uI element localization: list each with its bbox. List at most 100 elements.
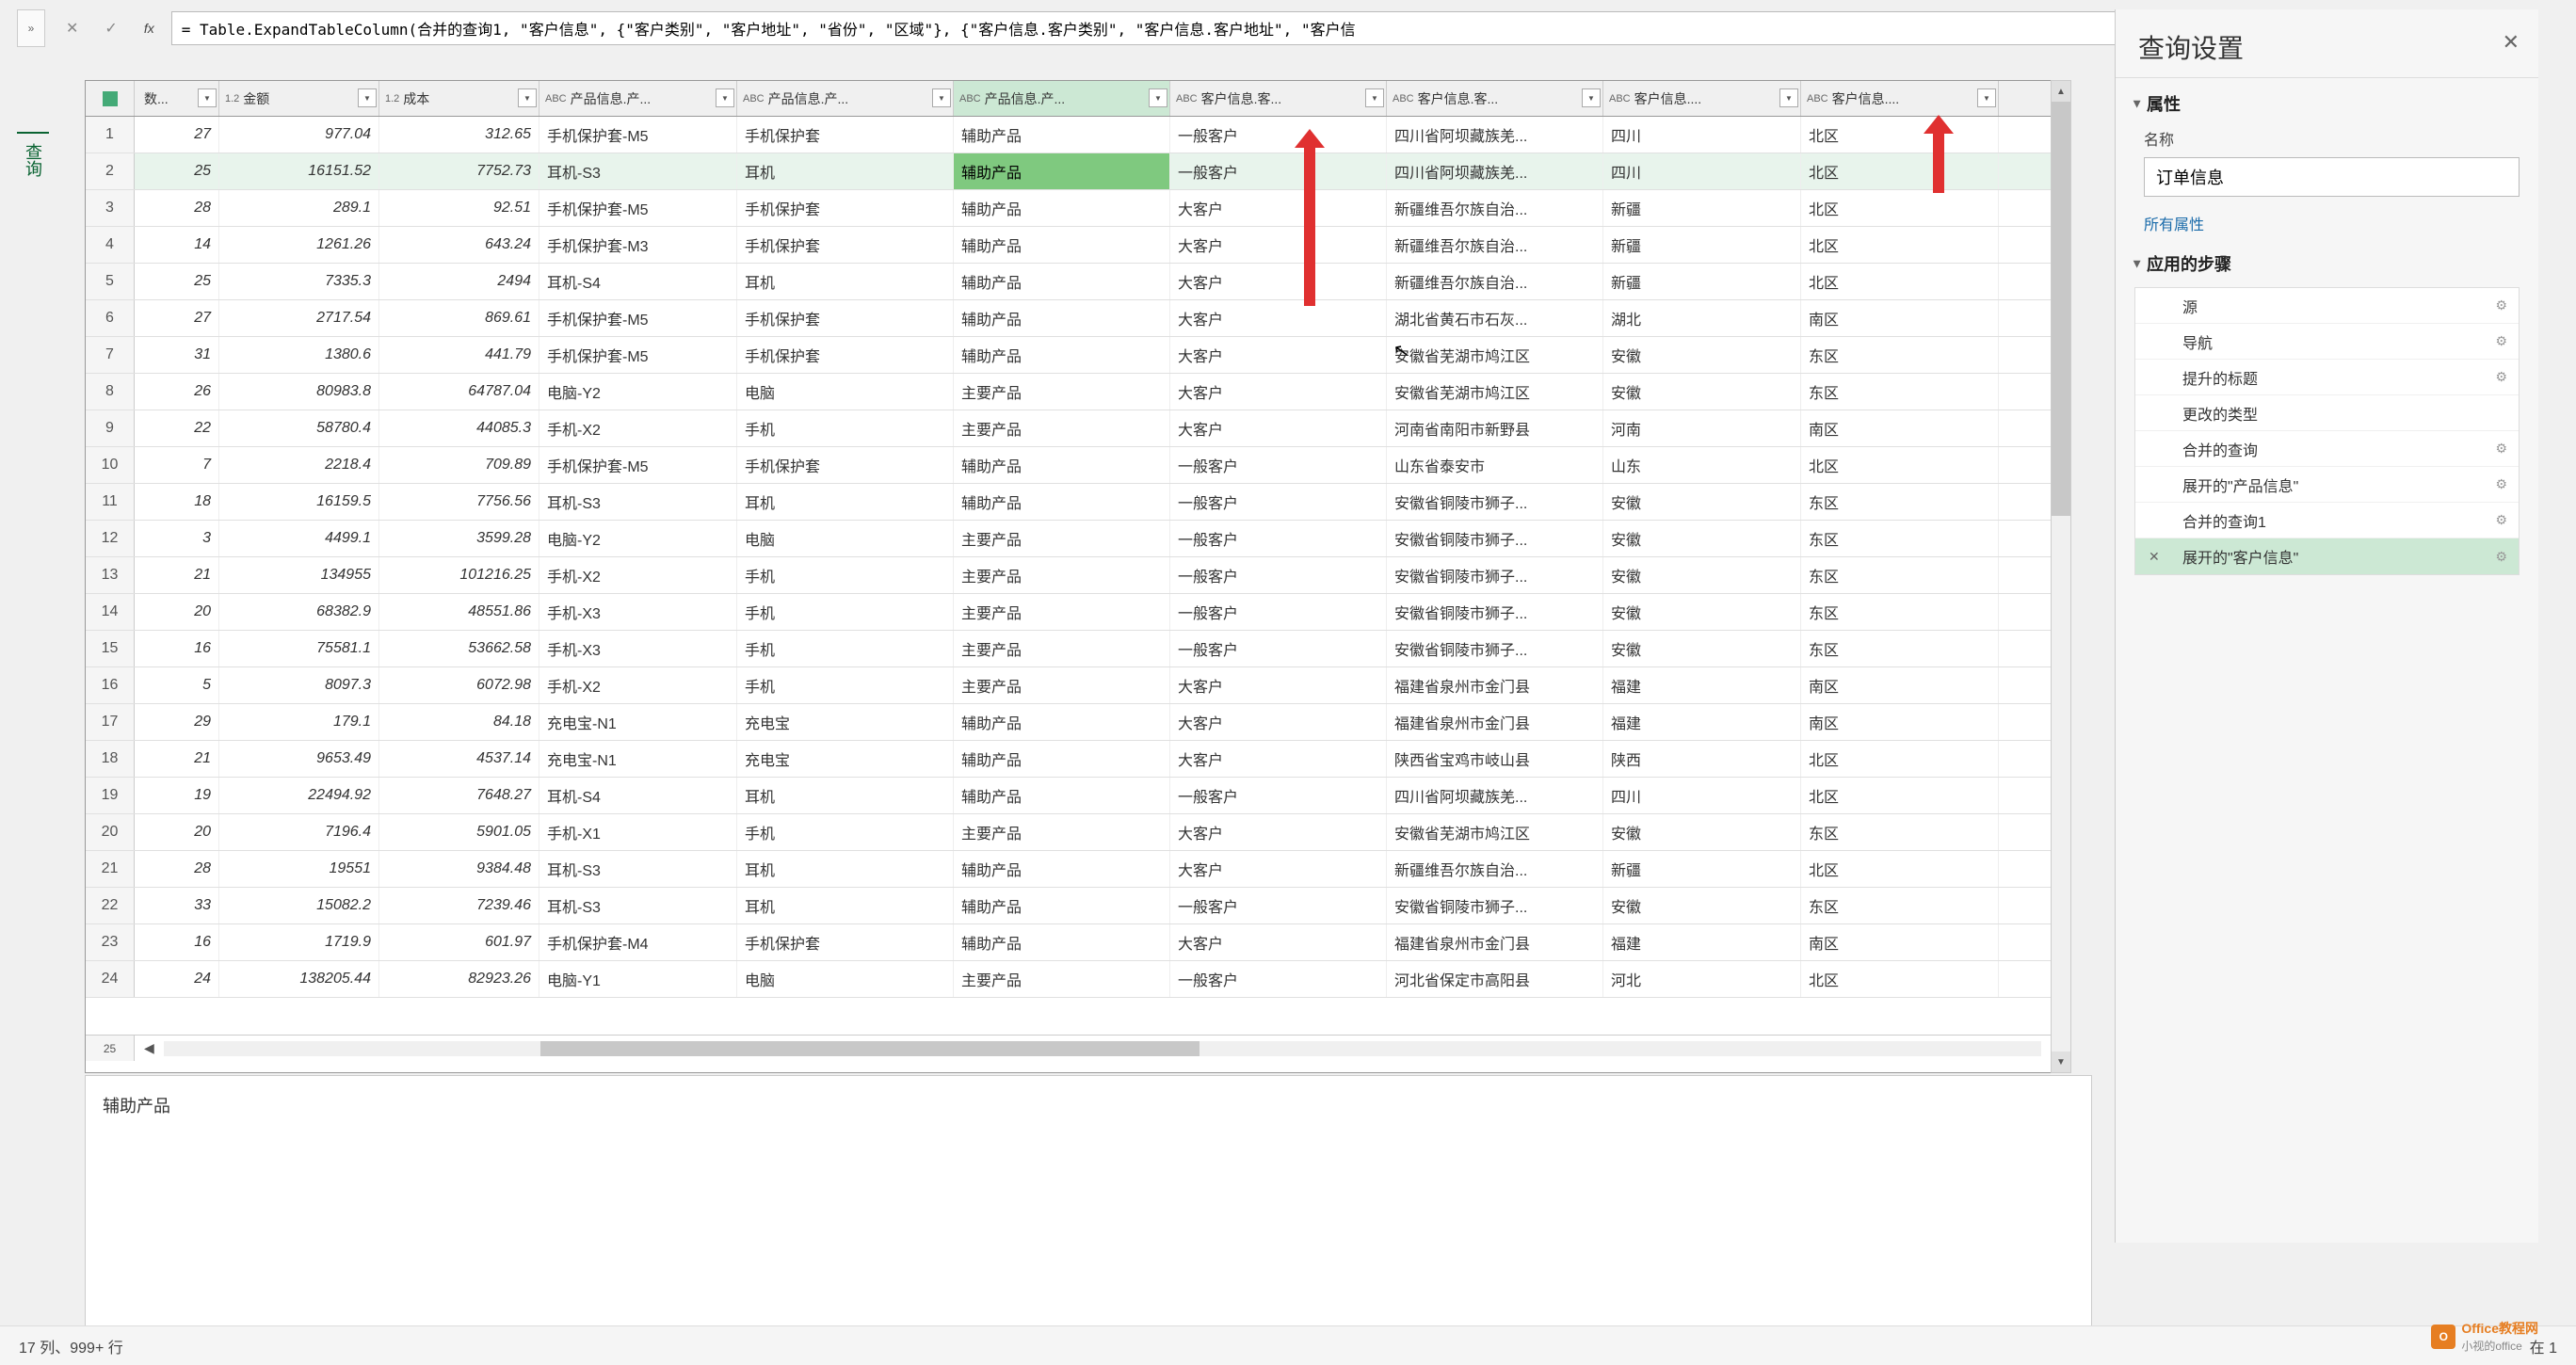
cell[interactable]: 643.24 [379,227,539,263]
cell[interactable]: 东区 [1801,814,1999,850]
cell[interactable]: 80983.8 [219,374,379,410]
cell[interactable]: 主要产品 [954,594,1170,630]
cell[interactable]: 辅助产品 [954,337,1170,373]
column-header-4[interactable]: ABC产品信息.产... [737,81,954,116]
cell[interactable]: 大客户 [1170,300,1387,336]
cell[interactable]: 14 [135,227,219,263]
table-row[interactable]: 111816159.57756.56耳机-S3耳机辅助产品一般客户安徽省铜陵市狮… [86,484,2070,521]
cell[interactable]: 101216.25 [379,557,539,593]
row-number[interactable]: 15 [86,631,135,666]
cell[interactable]: 安徽省芜湖市鸠江区 [1387,814,1603,850]
cell[interactable]: 19551 [219,851,379,887]
row-number[interactable]: 6 [86,300,135,336]
cell[interactable]: 大客户 [1170,814,1387,850]
cell[interactable]: 福建省泉州市金门县 [1387,924,1603,960]
cell[interactable]: 安徽省铜陵市狮子... [1387,631,1603,666]
column-header-2[interactable]: 1.2成本 [379,81,539,116]
column-filter-icon[interactable] [358,88,377,107]
cell[interactable]: 21 [135,557,219,593]
table-row[interactable]: 22516151.527752.73耳机-S3耳机辅助产品一般客户四川省阿坝藏族… [86,153,2070,190]
applied-step[interactable]: 源 [2135,288,2519,324]
column-filter-icon[interactable] [716,88,734,107]
cell[interactable]: 20 [135,814,219,850]
cell[interactable]: 北区 [1801,961,1999,997]
row-number[interactable]: 21 [86,851,135,887]
cell[interactable]: 辅助产品 [954,447,1170,483]
table-row[interactable]: 92258780.444085.3手机-X2手机主要产品大客户河南省南阳市新野县… [86,410,2070,447]
cell[interactable]: 湖北 [1603,300,1801,336]
cell[interactable]: 主要产品 [954,410,1170,446]
cell[interactable]: 27 [135,300,219,336]
column-header-0[interactable]: 数... [135,81,219,116]
cell[interactable]: 安徽省铜陵市狮子... [1387,557,1603,593]
column-filter-icon[interactable] [1582,88,1601,107]
cell[interactable]: 8097.3 [219,667,379,703]
cell[interactable]: 75581.1 [219,631,379,666]
table-row[interactable]: 127977.04312.65手机保护套-M5手机保护套辅助产品一般客户四川省阿… [86,117,2070,153]
cell[interactable]: 安徽 [1603,374,1801,410]
cell[interactable]: 手机 [737,410,954,446]
gear-icon[interactable] [2495,441,2507,457]
cell[interactable]: 手机保护套-M5 [539,117,737,153]
cell[interactable]: 手机保护套-M5 [539,337,737,373]
cell[interactable]: 48551.86 [379,594,539,630]
cell[interactable]: 977.04 [219,117,379,153]
cell[interactable]: 25 [135,153,219,189]
row-number[interactable]: 14 [86,594,135,630]
column-filter-icon[interactable] [518,88,537,107]
cell[interactable]: 安徽 [1603,484,1801,520]
cell[interactable]: 耳机 [737,153,954,189]
column-header-1[interactable]: 1.2金额 [219,81,379,116]
cell[interactable]: 主要产品 [954,521,1170,556]
cell[interactable]: 手机-X2 [539,557,737,593]
cell[interactable]: 东区 [1801,521,1999,556]
cell[interactable]: 一般客户 [1170,888,1387,923]
cell[interactable]: 电脑-Y2 [539,521,737,556]
vscroll-down-icon[interactable] [2052,1052,2070,1072]
column-filter-icon[interactable] [1365,88,1384,107]
cell[interactable]: 新疆维吾尔族自治... [1387,264,1603,299]
cell[interactable]: 一般客户 [1170,153,1387,189]
cell[interactable]: 7239.46 [379,888,539,923]
cell[interactable]: 138205.44 [219,961,379,997]
gear-icon[interactable] [2495,512,2507,528]
row-number[interactable]: 18 [86,741,135,777]
cell[interactable]: 手机 [737,667,954,703]
cell[interactable]: 电脑 [737,521,954,556]
table-row[interactable]: 328289.192.51手机保护套-M5手机保护套辅助产品大客户新疆维吾尔族自… [86,190,2070,227]
select-all-corner[interactable] [86,81,135,116]
cell[interactable]: 1719.9 [219,924,379,960]
cell[interactable]: 安徽省铜陵市狮子... [1387,521,1603,556]
cell[interactable]: 18 [135,484,219,520]
row-number[interactable]: 11 [86,484,135,520]
cell[interactable]: 19 [135,778,219,813]
cell[interactable]: 手机-X3 [539,594,737,630]
cell[interactable]: 山东 [1603,447,1801,483]
cell[interactable]: 手机保护套 [737,924,954,960]
cell[interactable]: 安徽 [1603,337,1801,373]
cell[interactable]: 耳机 [737,888,954,923]
cell[interactable]: 新疆 [1603,264,1801,299]
cell[interactable]: 主要产品 [954,961,1170,997]
gear-icon[interactable] [2495,297,2507,313]
row-number[interactable]: 1 [86,117,135,153]
cell[interactable]: 山东省泰安市 [1387,447,1603,483]
cell[interactable]: 312.65 [379,117,539,153]
cell[interactable]: 辅助产品 [954,227,1170,263]
row-number[interactable]: 23 [86,924,135,960]
cell[interactable]: 25 [135,264,219,299]
cell[interactable]: 24 [135,961,219,997]
cell[interactable]: 大客户 [1170,410,1387,446]
cell[interactable]: 16151.52 [219,153,379,189]
cell[interactable]: 手机 [737,631,954,666]
cell[interactable]: 福建 [1603,924,1801,960]
row-number[interactable]: 12 [86,521,135,556]
cell[interactable]: 福建省泉州市金门县 [1387,704,1603,740]
row-number[interactable]: 20 [86,814,135,850]
applied-step[interactable]: 展开的"产品信息" [2135,467,2519,503]
column-header-5[interactable]: ABC产品信息.产... [954,81,1170,116]
cell[interactable]: 充电宝-N1 [539,741,737,777]
cell[interactable]: 北区 [1801,447,1999,483]
cell[interactable]: 15082.2 [219,888,379,923]
row-number[interactable]: 16 [86,667,135,703]
